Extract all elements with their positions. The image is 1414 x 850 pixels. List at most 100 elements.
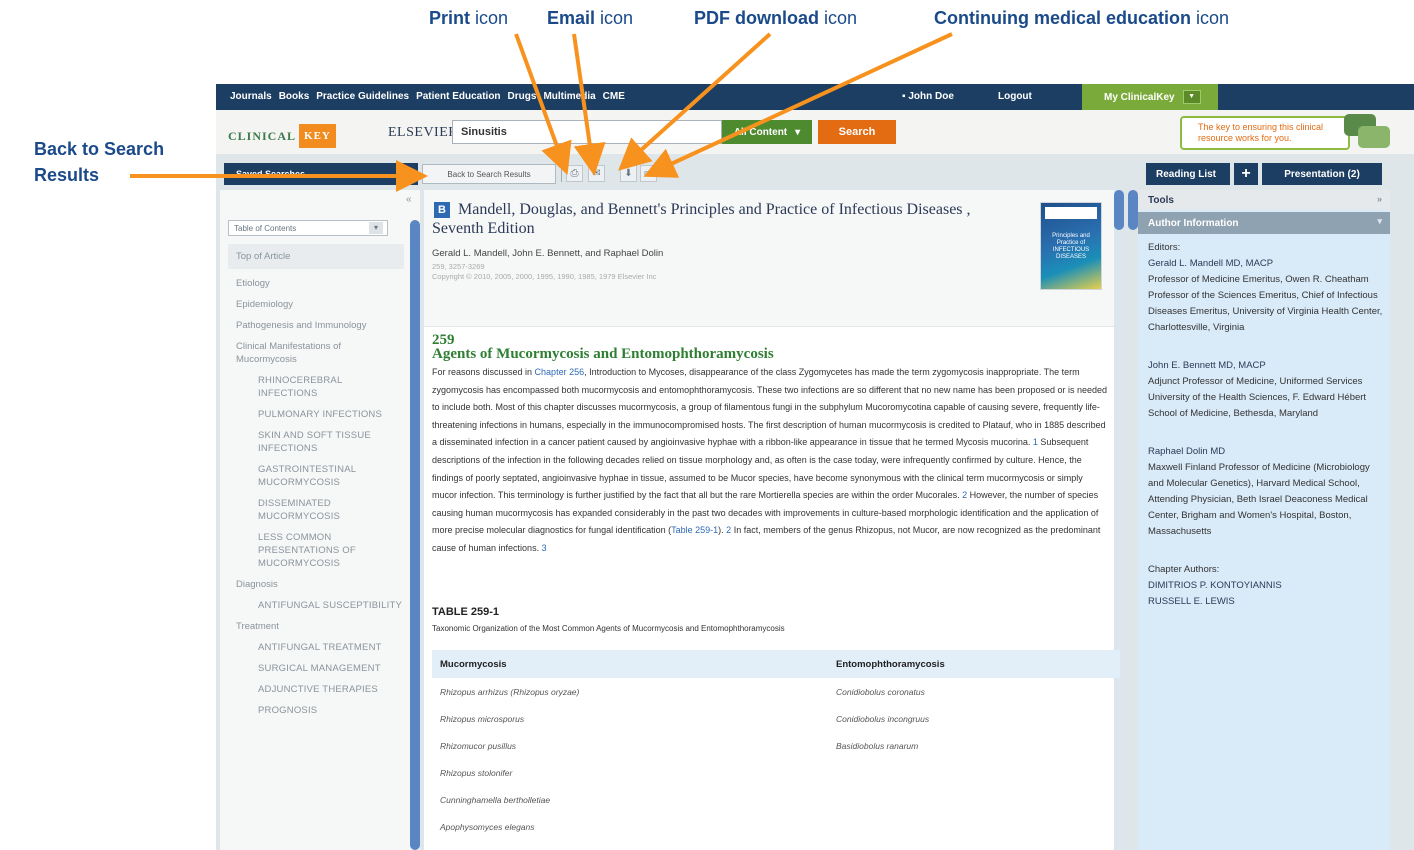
- chevron-down-icon: ▼: [1182, 90, 1201, 104]
- toc-item-rhinocerebral[interactable]: Rhinocerebral Infections: [228, 374, 404, 400]
- right-scrollbar[interactable]: [1128, 190, 1138, 230]
- toc-list: Top of Article Etiology Epidemiology Pat…: [228, 244, 404, 725]
- chevron-down-icon: ▾: [795, 126, 801, 138]
- toc-scrollbar[interactable]: [410, 220, 420, 850]
- search-input[interactable]: Sinusitis: [452, 120, 722, 144]
- article-panel: B Mandell, Douglas, and Bennett's Princi…: [424, 190, 1124, 850]
- nav-link-patient-education[interactable]: Patient Education: [416, 91, 500, 102]
- table-of-contents-panel: « Table of Contents ▾ Top of Article Etio…: [220, 190, 420, 850]
- toc-item-treatment[interactable]: Treatment: [228, 620, 404, 633]
- elsevier-logo: ELSEVIER: [388, 125, 459, 140]
- my-clinicalkey-label: My ClinicalKey: [1104, 91, 1175, 103]
- site-header: CLINICAL KEY ELSEVIER Sinusitis All Conte…: [216, 110, 1414, 154]
- chevron-down-icon: ▾: [1377, 216, 1382, 226]
- my-clinicalkey-button[interactable]: My ClinicalKey ▼: [1082, 84, 1218, 110]
- editors-label: Editors:: [1148, 242, 1181, 253]
- table-row: Apophysomyces elegans: [440, 821, 535, 832]
- reading-list-button[interactable]: Reading List: [1146, 163, 1230, 185]
- editor-affiliation: Maxwell Finland Professor of Medicine (M…: [1148, 462, 1370, 537]
- content-dropdown[interactable]: All Content ▾: [722, 120, 812, 144]
- toc-item-surgical-management[interactable]: Surgical Management: [228, 662, 404, 675]
- taxonomy-table: Mucormycosis Entomophthoramycosis Rhizop…: [432, 650, 1120, 840]
- book-cover-image[interactable]: Principles and Practice of INFECTIOUS DI…: [1040, 202, 1102, 290]
- add-icon[interactable]: +: [1234, 163, 1258, 185]
- nav-link-journals[interactable]: Journals: [230, 91, 272, 102]
- toc-item-top-of-article[interactable]: Top of Article: [228, 244, 404, 269]
- right-gutter: [1392, 190, 1414, 850]
- email-icon[interactable]: ✉: [588, 165, 605, 182]
- chapter-title: Agents of Mucormycosis and Entomophthora…: [432, 346, 774, 362]
- editor-name: Gerald L. Mandell MD, MACP: [1148, 258, 1274, 269]
- nav-link-cme[interactable]: CME: [603, 91, 625, 102]
- nav-link-books[interactable]: Books: [279, 91, 310, 102]
- book-header: B Mandell, Douglas, and Bennett's Princi…: [424, 190, 1124, 327]
- feedback-banner[interactable]: The key to ensuring this clinical resour…: [1180, 116, 1350, 150]
- chapter-authors-label: Chapter Authors:: [1148, 564, 1220, 575]
- toc-item-prognosis[interactable]: Prognosis: [228, 704, 404, 717]
- saved-searches-tab[interactable]: Saved Searches: [224, 163, 418, 185]
- print-icon[interactable]: ⎙: [566, 165, 583, 182]
- table-label: TABLE 259-1: [432, 606, 500, 618]
- book-authors: Gerald L. Mandell, John E. Bennett, and …: [432, 248, 664, 259]
- toc-item-pathogenesis[interactable]: Pathogenesis and Immunology: [228, 319, 404, 332]
- author-information-header[interactable]: Author Information ▾: [1138, 212, 1390, 234]
- editor-name: John E. Bennett MD, MACP: [1148, 360, 1266, 371]
- table-259-1-link[interactable]: Table 259-1: [671, 525, 718, 535]
- toc-item-skin-soft-tissue[interactable]: Skin and Soft Tissue Infections: [228, 429, 404, 455]
- toc-item-antifungal-susceptibility[interactable]: Antifungal Susceptibility: [228, 599, 404, 612]
- logout-link[interactable]: Logout: [998, 91, 1032, 102]
- toc-item-adjunctive-therapies[interactable]: Adjunctive Therapies: [228, 683, 404, 696]
- toc-item-etiology[interactable]: Etiology: [228, 277, 404, 290]
- top-nav-links: Journals Books Practice Guidelines Patie…: [230, 91, 625, 102]
- author-list: Editors: Gerald L. Mandell MD, MACP Prof…: [1148, 240, 1384, 610]
- print-callout: Print icon: [429, 8, 509, 28]
- clinicalkey-window: Journals Books Practice Guidelines Patie…: [216, 84, 1414, 850]
- user-menu[interactable]: ▪ John Doe: [902, 91, 954, 102]
- nav-link-practice-guidelines[interactable]: Practice Guidelines: [316, 91, 409, 102]
- cme-icon[interactable]: ▭: [640, 165, 657, 182]
- chapter-author-link[interactable]: Dimitrios P. Kontoyiannis: [1148, 578, 1384, 594]
- top-nav-bar: Journals Books Practice Guidelines Patie…: [216, 84, 1414, 110]
- presentation-button[interactable]: Presentation (2): [1262, 163, 1382, 185]
- article-toolbar: Saved Searches Back to Search Results ⎙ …: [216, 154, 1414, 188]
- toc-item-pulmonary[interactable]: Pulmonary Infections: [228, 408, 404, 421]
- scrollbar-thumb[interactable]: [1114, 190, 1124, 230]
- editor-name: Raphael Dolin MD: [1148, 446, 1226, 457]
- toc-item-clinical-manifestations[interactable]: Clinical Manifestations of Mucormycosis: [228, 340, 404, 366]
- user-name: John Doe: [908, 91, 954, 102]
- reference-link[interactable]: 3: [542, 543, 547, 553]
- toc-select-label: Table of Contents: [234, 224, 297, 233]
- book-edition: Seventh Edition: [432, 220, 535, 237]
- chat-bubbles-icon[interactable]: [1344, 114, 1392, 150]
- collapse-left-icon[interactable]: «: [406, 194, 412, 205]
- search-button[interactable]: Search: [818, 120, 896, 144]
- toc-select[interactable]: Table of Contents ▾: [228, 220, 388, 236]
- table-row: Rhizomucor pusillus Basidiobolus ranarum: [440, 740, 919, 751]
- editor-affiliation: Professor of Medicine Emeritus, Owen R. …: [1148, 274, 1383, 333]
- nav-link-multimedia[interactable]: Multimedia: [543, 91, 595, 102]
- toc-item-diagnosis[interactable]: Diagnosis: [228, 578, 404, 591]
- tools-header[interactable]: Tools»: [1138, 190, 1390, 210]
- table-row: Rhizopus stolonifer: [440, 767, 513, 778]
- book-title[interactable]: Mandell, Douglas, and Bennett's Principl…: [458, 200, 1028, 220]
- table-header: Mucormycosis Entomophthoramycosis: [432, 650, 1120, 678]
- chapter-author-link[interactable]: Russell E. Lewis: [1148, 594, 1384, 610]
- toc-item-epidemiology[interactable]: Epidemiology: [228, 298, 404, 311]
- toc-item-less-common[interactable]: Less Common Presentations of Mucormycosi…: [228, 531, 404, 570]
- pdf-download-icon[interactable]: ⬇: [620, 165, 637, 182]
- toc-item-disseminated[interactable]: Disseminated Mucormycosis: [228, 497, 404, 523]
- clinicalkey-logo[interactable]: CLINICAL KEY: [228, 124, 339, 148]
- table-header-cell: Entomophthoramycosis: [836, 658, 945, 670]
- nav-link-drugs[interactable]: Drugs: [508, 91, 537, 102]
- back-callout: Back to Search Results: [34, 139, 165, 185]
- chapter-256-link[interactable]: Chapter 256: [535, 367, 585, 377]
- back-to-search-results-button[interactable]: Back to Search Results: [422, 164, 556, 184]
- table-caption: Taxonomic Organization of the Most Commo…: [432, 624, 785, 633]
- chevron-down-icon: ▾: [369, 222, 383, 234]
- toc-item-gastrointestinal[interactable]: Gastrointestinal Mucormycosis: [228, 463, 404, 489]
- toc-item-antifungal-treatment[interactable]: Antifungal Treatment: [228, 641, 404, 654]
- article-body: For reasons discussed in Chapter 256, In…: [432, 367, 1108, 553]
- table-row: Cunninghamella bertholletiae: [440, 794, 551, 805]
- toolbar-divider: [561, 166, 562, 182]
- collapse-right-icon[interactable]: »: [1377, 194, 1382, 204]
